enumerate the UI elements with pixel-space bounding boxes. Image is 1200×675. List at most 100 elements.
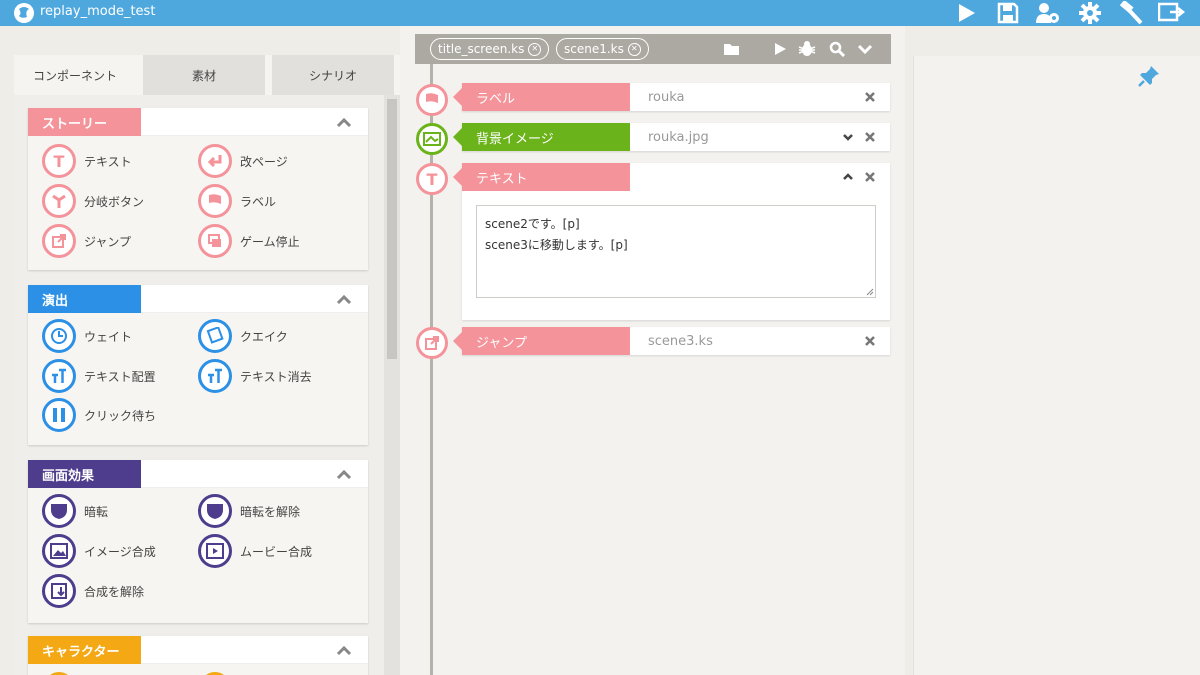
component-label: クリック待ち <box>84 408 157 423</box>
component-label: ゲーム停止 <box>240 234 300 249</box>
section-screen-effects: 画面効果 暗転 暗転を解除 イメージ合成 ムービー合成 合成を解除 <box>28 460 368 623</box>
file-tab-label: title_screen.ks <box>438 42 525 56</box>
bug-icon[interactable] <box>797 40 817 58</box>
component-label: テキスト配置 <box>84 369 156 384</box>
chevron-up-icon[interactable] <box>842 171 854 183</box>
component-game-stop[interactable]: ゲーム停止 <box>198 224 300 258</box>
pin-icon[interactable] <box>1137 64 1161 88</box>
file-tab[interactable]: scene1.ks ✕ <box>556 38 649 60</box>
file-tab[interactable]: title_screen.ks ✕ <box>430 38 550 60</box>
hammer-icon[interactable] <box>1117 0 1145 26</box>
scrollbar-thumb[interactable] <box>387 99 397 359</box>
section-header[interactable]: キャラクター <box>28 636 368 664</box>
component-label: イメージ合成 <box>84 544 156 559</box>
command-value[interactable]: scene3.ks <box>648 327 713 355</box>
text-clear-icon <box>198 359 232 393</box>
scrollbar[interactable] <box>384 95 400 675</box>
component-composite-release[interactable]: 合成を解除 <box>42 574 144 608</box>
command-background[interactable]: 背景イメージ rouka.jpg <box>453 123 890 151</box>
blackout-icon <box>42 494 76 528</box>
component-panel: コンポーネント 素材 シナリオ ストーリー T テキスト 改ページ 分岐ボタン … <box>14 55 400 675</box>
chevron-up-icon[interactable] <box>336 644 352 656</box>
section-title: キャラクター <box>28 636 141 664</box>
search-icon[interactable] <box>827 40 847 58</box>
component-jump[interactable]: ジャンプ <box>42 224 131 258</box>
stop-icon <box>198 224 232 258</box>
flag-icon <box>198 184 232 218</box>
delete-icon[interactable] <box>864 131 876 143</box>
gear-icon[interactable] <box>1076 0 1104 26</box>
component-page-break[interactable]: 改ページ <box>198 144 288 178</box>
save-icon[interactable] <box>994 0 1022 26</box>
background-image-icon <box>416 123 448 155</box>
component-text-position[interactable]: テキスト配置 <box>42 359 156 393</box>
panel-tabs: コンポーネント 素材 シナリオ <box>14 55 400 95</box>
close-icon[interactable]: ✕ <box>528 42 542 56</box>
command-text[interactable]: テキスト scene2です。[p] scene3に移動します。[p] <box>453 163 890 320</box>
return-arrow-icon <box>198 144 232 178</box>
section-title: ストーリー <box>28 108 141 136</box>
command-title: ラベル <box>453 83 630 111</box>
delete-icon[interactable] <box>864 171 876 183</box>
section-character: キャラクター <box>28 636 368 675</box>
component-label: 暗転を解除 <box>240 504 301 519</box>
export-icon[interactable] <box>1158 0 1186 26</box>
play-icon[interactable] <box>770 40 790 58</box>
component-label-cmd[interactable]: ラベル <box>198 184 276 218</box>
chevron-up-icon[interactable] <box>336 293 352 305</box>
close-icon[interactable]: ✕ <box>627 42 641 56</box>
jump-icon <box>42 224 76 258</box>
component-wait[interactable]: ウェイト <box>42 319 132 353</box>
chevron-up-icon[interactable] <box>336 468 352 480</box>
text-icon: T <box>416 163 448 195</box>
scenario-editor: title_screen.ks ✕ scene1.ks ✕ ラベル rouka <box>400 26 905 675</box>
text-input[interactable]: scene2です。[p] scene3に移動します。[p] <box>476 205 876 298</box>
component-branch-button[interactable]: 分岐ボタン <box>42 184 144 218</box>
command-label[interactable]: ラベル rouka <box>453 83 890 111</box>
command-jump[interactable]: ジャンプ scene3.ks <box>453 327 890 355</box>
delete-icon[interactable] <box>864 91 876 103</box>
component-label: クエイク <box>240 329 288 344</box>
command-title: 背景イメージ <box>453 123 630 151</box>
quake-icon <box>198 319 232 353</box>
command-value[interactable]: rouka <box>648 83 685 111</box>
delete-icon[interactable] <box>864 335 876 347</box>
component-label: 分岐ボタン <box>84 194 145 209</box>
resize-handle-icon[interactable] <box>866 288 874 296</box>
section-header[interactable]: 画面効果 <box>28 460 368 488</box>
top-bar: replay_mode_test <box>0 0 1200 26</box>
tab-scenario[interactable]: シナリオ <box>272 55 394 95</box>
user-settings-icon[interactable] <box>1034 0 1062 26</box>
timeline-line <box>430 64 433 675</box>
composite-release-icon <box>42 574 76 608</box>
play-icon[interactable] <box>952 0 980 26</box>
command-value[interactable]: rouka.jpg <box>648 123 709 151</box>
component-quake[interactable]: クエイク <box>198 319 288 353</box>
command-title: ジャンプ <box>453 327 630 355</box>
section-header[interactable]: ストーリー <box>28 108 368 136</box>
chevron-down-icon[interactable] <box>842 131 854 143</box>
component-label: ラベル <box>240 194 277 209</box>
component-blackout-release[interactable]: 暗転を解除 <box>198 494 300 528</box>
tab-components[interactable]: コンポーネント <box>14 55 136 95</box>
component-image-composite[interactable]: イメージ合成 <box>42 534 156 568</box>
chevron-up-icon[interactable] <box>336 116 352 128</box>
film-icon <box>198 534 232 568</box>
component-label: ウェイト <box>84 329 133 344</box>
component-movie-composite[interactable]: ムービー合成 <box>198 534 312 568</box>
section-header[interactable]: 演出 <box>28 285 368 313</box>
component-label: ムービー合成 <box>240 544 313 559</box>
component-label: 改ページ <box>240 154 288 169</box>
pause-icon <box>42 398 76 432</box>
chevron-down-icon[interactable] <box>855 40 875 58</box>
folder-icon[interactable] <box>722 40 742 58</box>
component-click-wait[interactable]: クリック待ち <box>42 398 156 432</box>
component-list: ストーリー T テキスト 改ページ 分岐ボタン ラベル ジャンプ ゲーム停止 演… <box>14 95 400 675</box>
tab-assets[interactable]: 素材 <box>143 55 265 95</box>
component-text[interactable]: T テキスト <box>42 144 132 178</box>
component-text-clear[interactable]: テキスト消去 <box>198 359 312 393</box>
component-label: テキスト消去 <box>240 369 312 384</box>
file-tab-label: scene1.ks <box>564 42 624 56</box>
app-logo-icon <box>14 3 34 23</box>
component-blackout[interactable]: 暗転 <box>42 494 108 528</box>
